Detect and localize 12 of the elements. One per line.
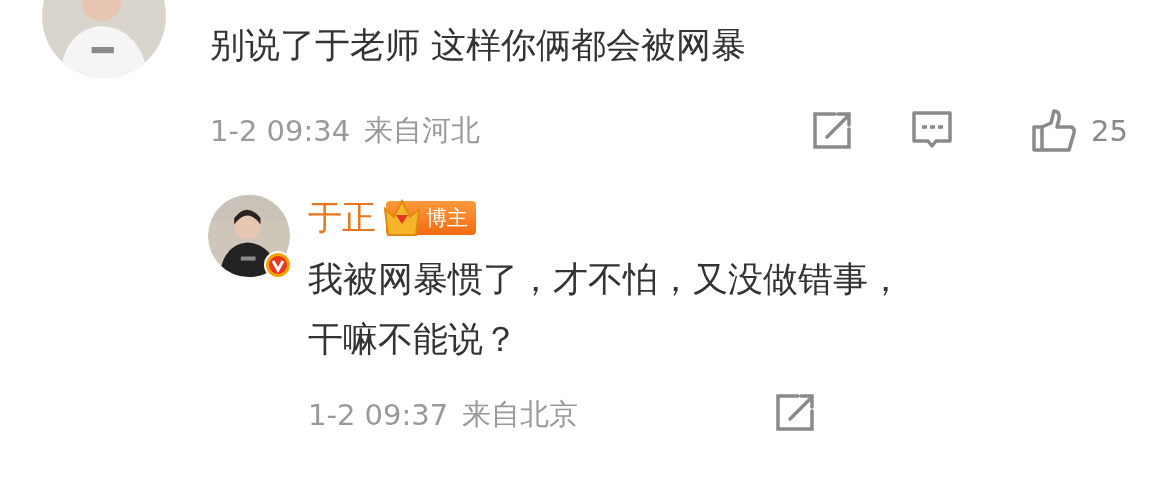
share-icon[interactable] bbox=[774, 393, 817, 433]
comment-location: 来自河北 bbox=[364, 112, 481, 149]
share-icon[interactable] bbox=[811, 111, 854, 151]
like-icon[interactable] bbox=[1031, 109, 1078, 153]
comment-time: 1-2 09:34 bbox=[210, 114, 351, 148]
blogger-badge: 博主 bbox=[386, 201, 476, 235]
author-name[interactable]: 于正 bbox=[308, 195, 376, 241]
comment-text: 别说了于老师 这样你俩都会被网暴 bbox=[210, 24, 748, 67]
reply-time: 1-2 09:37 bbox=[308, 398, 449, 432]
like-count: 25 bbox=[1091, 114, 1128, 148]
reply-location: 来自北京 bbox=[462, 396, 579, 433]
reply-text: 我被网暴惯了，才不怕，又没做错事， 干嘛不能说？ bbox=[308, 258, 903, 361]
